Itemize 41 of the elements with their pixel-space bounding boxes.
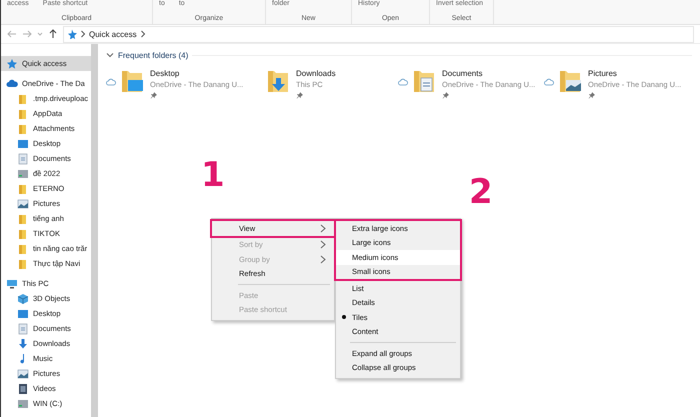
picture-icon [17, 198, 29, 210]
star-icon [67, 29, 77, 39]
folder-icon [17, 122, 29, 134]
chevron-right-icon [80, 30, 86, 38]
back-arrow-icon [7, 29, 17, 39]
drive-icon [17, 398, 29, 410]
folder-icon [17, 182, 29, 194]
chevron-right-icon [140, 30, 146, 38]
drive-icon [17, 168, 29, 180]
folder-name: Desktop [150, 69, 180, 78]
folder-name: Downloads [296, 69, 336, 78]
document-icon [17, 152, 29, 164]
folder-icon [17, 258, 29, 270]
film-icon [17, 382, 29, 394]
star-icon [6, 58, 18, 70]
chevron-down-icon[interactable] [106, 51, 114, 59]
breadcrumb[interactable]: Quick access [89, 30, 137, 38]
folder-name: Documents [442, 69, 484, 78]
download-arrow-icon [17, 338, 29, 350]
section-heading[interactable]: Frequent folders (4) [118, 50, 188, 60]
document-icon [17, 322, 29, 334]
monitor-icon [17, 138, 29, 150]
step-number: 2 [469, 175, 493, 209]
folder-icon [558, 68, 584, 94]
scrollbar[interactable] [91, 44, 98, 417]
forward-arrow-icon [22, 29, 32, 39]
folder-icon [17, 108, 29, 120]
step-number: 1 [201, 158, 225, 192]
computer-icon [6, 278, 18, 290]
monitor-icon [17, 308, 29, 320]
folder-icon [17, 92, 29, 104]
folder-icon [120, 68, 146, 94]
address-bar[interactable]: Quick access [63, 26, 694, 42]
picture-icon [17, 368, 29, 380]
cube-icon [17, 292, 29, 304]
folder-name: Pictures [588, 69, 618, 78]
up-arrow-icon [48, 29, 58, 39]
cloud-icon [6, 78, 18, 90]
folder-icon [17, 242, 29, 254]
folder-icon [17, 212, 29, 224]
folder-icon [17, 228, 29, 240]
